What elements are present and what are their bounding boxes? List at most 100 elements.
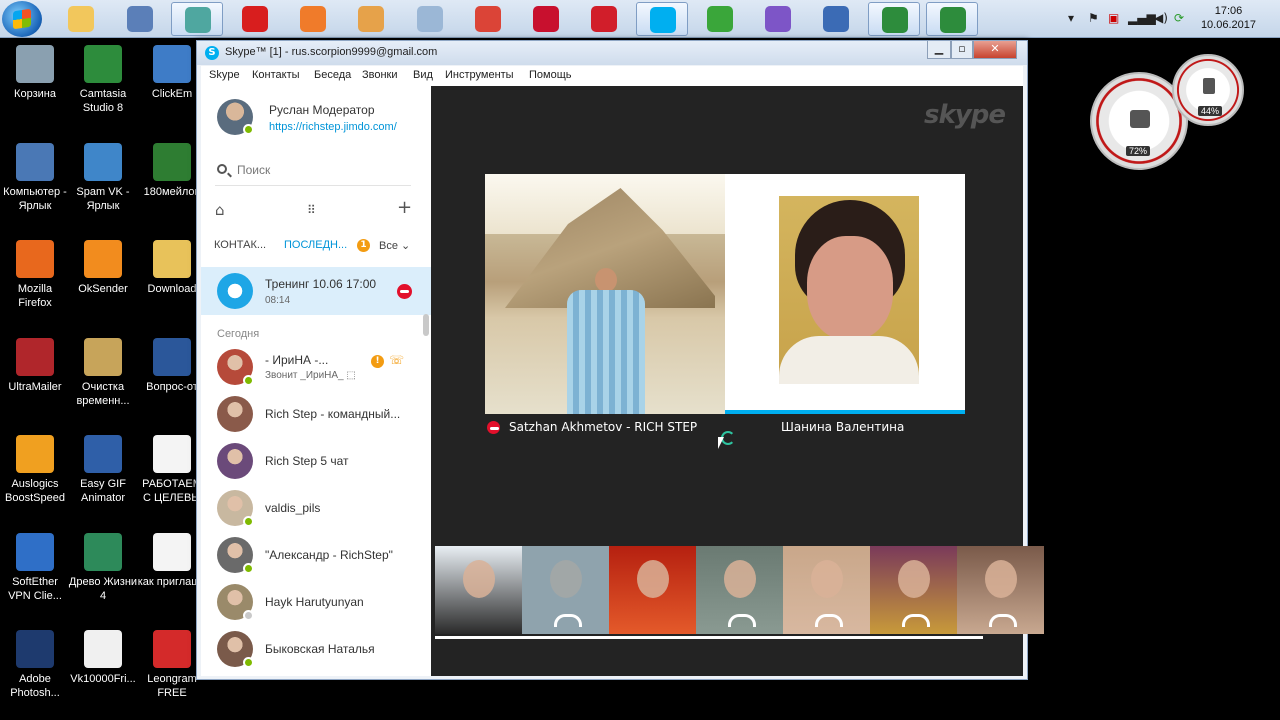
desktop-icon[interactable]: UltraMailer	[0, 338, 70, 394]
group-skype-avatar	[217, 273, 253, 309]
taskbar-app-14[interactable]	[868, 2, 920, 36]
scrollbar[interactable]	[423, 314, 429, 336]
chevron-up-icon[interactable]: ▾	[1068, 11, 1074, 25]
taskbar-app-11[interactable]	[694, 2, 746, 36]
desktop-icon[interactable]: Vk10000Fri...	[68, 630, 138, 686]
participant-thumbnail[interactable]	[783, 546, 870, 634]
minimize-button[interactable]: ▁	[927, 41, 951, 59]
call-ended-icon	[554, 614, 582, 627]
contact-row[interactable]: Rich Step 5 чат	[201, 439, 431, 485]
profile-name[interactable]: Руслан Модератор	[269, 103, 375, 117]
menu-item[interactable]: Skype	[209, 69, 240, 81]
signal-icon[interactable]: ▂▄▆	[1128, 11, 1156, 25]
taskbar-app-13[interactable]	[810, 2, 862, 36]
contact-row[interactable]: - ИриНА -... Звонит _ИриНА_ ⬚! ☏	[201, 345, 431, 391]
contact-row[interactable]: "Александр - RichStep"	[201, 533, 431, 579]
tab-recent[interactable]: ПОСЛЕДН...	[284, 239, 347, 251]
taskbar-app-0[interactable]	[55, 2, 107, 36]
contact-row[interactable]: Hayk Harutyunyan	[201, 580, 431, 626]
volume-icon[interactable]: ◀)	[1154, 11, 1168, 25]
participant-thumbnail[interactable]	[435, 546, 522, 634]
active-conversation[interactable]: Тренинг 10.06 17:00 08:14	[201, 267, 431, 315]
desktop-icon[interactable]: Camtasia Studio 8	[68, 45, 138, 115]
security-icon[interactable]: ▣	[1108, 11, 1119, 25]
desktop-icon[interactable]: Auslogics BoostSpeed	[0, 435, 70, 505]
auslogics-icon	[16, 435, 54, 473]
menu-item[interactable]: Помощь	[529, 69, 572, 81]
call-ended-icon	[728, 614, 756, 627]
menu-item[interactable]: Беседа	[314, 69, 351, 81]
desktop-icon[interactable]: Spam VK - Ярлык	[68, 143, 138, 213]
skype-icon	[650, 7, 676, 33]
portrait-face	[807, 236, 893, 340]
taskbar-app-15[interactable]	[926, 2, 978, 36]
taskbar: ▾ ⚑ ▣ ▂▄▆ ◀) ⟳ 17:06 10.06.2017	[0, 0, 1280, 38]
desktop-icon[interactable]: Mozilla Firefox	[0, 240, 70, 310]
home-icon[interactable]: ⌂	[215, 201, 225, 219]
search-input[interactable]: Поиск	[215, 156, 411, 186]
menu-item[interactable]: Контакты	[252, 69, 300, 81]
menu-item[interactable]: Инструменты	[445, 69, 514, 81]
desktop-icon[interactable]: Компьютер - Ярлык	[0, 143, 70, 213]
desktop-icon[interactable]: Adobe Photosh...	[0, 630, 70, 700]
taskbar-app-5[interactable]	[345, 2, 397, 36]
contact-row[interactable]: Быковская Наталья	[201, 627, 431, 673]
desktop-icon[interactable]: SoftEther VPN Clie...	[0, 533, 70, 603]
profile-link[interactable]: https://richstep.jimdo.com/	[269, 121, 397, 133]
notification-badge: !	[371, 355, 384, 368]
contact-row[interactable]: valdis_pils	[201, 486, 431, 532]
chrome-icon	[475, 6, 501, 32]
recent-badge: 1	[357, 239, 370, 252]
close-button[interactable]: ✕	[973, 41, 1017, 59]
add-icon[interactable]: +	[397, 197, 412, 218]
desktop-icon[interactable]: Корзина	[0, 45, 70, 101]
participant-thumbnail[interactable]	[870, 546, 957, 634]
participant-thumbnail[interactable]	[609, 546, 696, 634]
call-ended-icon	[989, 614, 1017, 627]
title-bar[interactable]: S Skype™ [1] - rus.scorpion9999@gmail.co…	[197, 41, 1027, 65]
taskbar-app-7[interactable]	[462, 2, 514, 36]
system-tray: ▾ ⚑ ▣ ▂▄▆ ◀) ⟳ 17:06 10.06.2017	[1060, 0, 1280, 38]
maximize-button[interactable]: ▫	[951, 41, 973, 59]
desktop-icon[interactable]: OkSender	[68, 240, 138, 296]
filter-dropdown[interactable]: Все ⌄	[379, 239, 410, 252]
taskbar-app-9[interactable]	[578, 2, 630, 36]
taskbar-app-12[interactable]	[752, 2, 804, 36]
desktop-icon[interactable]: Древо Жизни 4	[68, 533, 138, 603]
menu-item[interactable]: Звонки	[362, 69, 398, 81]
taskbar-app-6[interactable]	[404, 2, 456, 36]
dialpad-icon[interactable]: ⠿	[307, 203, 316, 217]
desktop-icon[interactable]: Easy GIF Animator	[68, 435, 138, 505]
tab-contacts[interactable]: КОНТАК...	[214, 239, 266, 251]
taskbar-app-1[interactable]	[114, 2, 166, 36]
participant-thumbnail[interactable]	[957, 546, 1044, 634]
sync-icon[interactable]: ⟳	[1174, 11, 1184, 25]
camtasia-icon	[882, 7, 908, 33]
calculator-icon	[417, 6, 443, 32]
incoming-call-icon[interactable]: ☏	[389, 353, 404, 367]
excel-icon	[153, 143, 191, 181]
taskbar-app-10[interactable]	[636, 2, 688, 36]
taskbar-app-8[interactable]	[520, 2, 572, 36]
flag-icon[interactable]: ⚑	[1088, 11, 1099, 25]
desktop-icon[interactable]: Очистка временн...	[68, 338, 138, 408]
thumbnail-scrollbar[interactable]	[435, 636, 983, 639]
participant-thumbnail[interactable]	[696, 546, 783, 634]
contact-row[interactable]: Rich Step - командный...	[201, 392, 431, 438]
taskbar-app-4[interactable]	[287, 2, 339, 36]
taskbar-app-3[interactable]	[229, 2, 281, 36]
participant-thumbnail[interactable]	[522, 546, 609, 634]
memory-percent: 44%	[1198, 106, 1223, 116]
contact-name: valdis_pils	[265, 501, 321, 515]
clock[interactable]: 17:06 10.06.2017	[1201, 4, 1256, 32]
memory-meter-gadget[interactable]: 44%	[1172, 54, 1244, 126]
start-button[interactable]	[2, 1, 42, 37]
participant-video-left[interactable]	[485, 174, 725, 414]
menu-item[interactable]: Вид	[413, 69, 433, 81]
participant-name-left: Satzhan Akhmetov - RICH STEP	[509, 420, 698, 434]
taskbar-app-2[interactable]	[171, 2, 223, 36]
participant-video-right[interactable]	[725, 174, 965, 414]
text-document-icon	[153, 435, 191, 473]
end-call-icon[interactable]	[397, 284, 412, 299]
desktop-icon-label: Adobe Photosh...	[10, 673, 60, 699]
